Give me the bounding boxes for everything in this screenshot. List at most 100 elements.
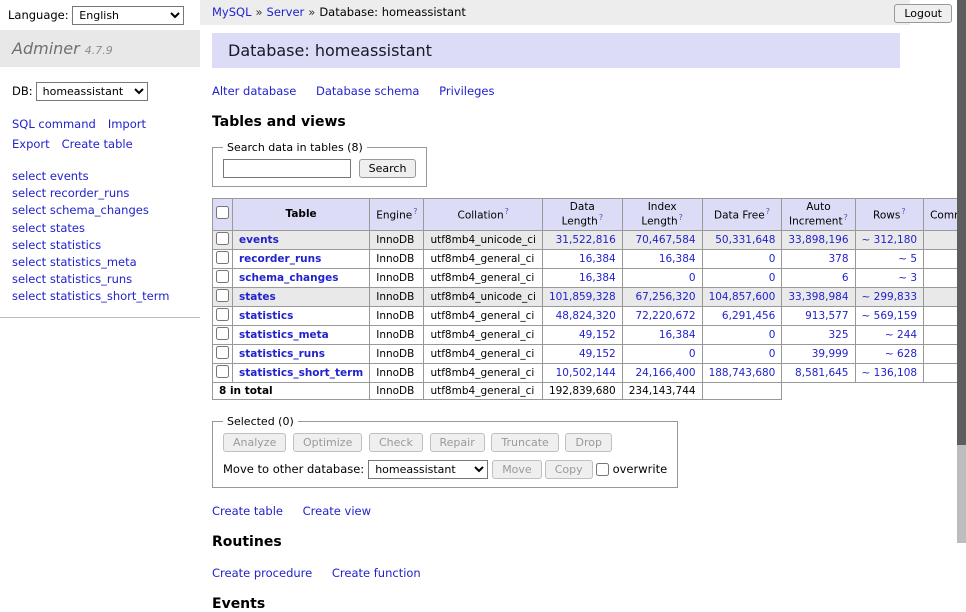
data-free-link[interactable]: 0 xyxy=(769,348,776,360)
auto-increment-link[interactable]: 33,398,984 xyxy=(788,291,848,303)
breadcrumb-link-server[interactable]: Server xyxy=(267,5,305,19)
data-length-link[interactable]: 48,824,320 xyxy=(556,310,616,322)
help-icon[interactable]: ? xyxy=(599,213,603,222)
data-free-link[interactable]: 0 xyxy=(769,329,776,341)
optimize-button[interactable]: Optimize xyxy=(293,433,362,452)
rows-count-link[interactable]: ~ 569,159 xyxy=(862,310,918,322)
sidebar-item-select-statistics-runs[interactable]: select statistics_runs xyxy=(12,271,188,288)
table-name-link[interactable]: schema_changes xyxy=(239,272,339,284)
data-length-link[interactable]: 49,152 xyxy=(579,348,616,360)
sidebar-link-export[interactable]: Export xyxy=(12,137,50,151)
auto-increment-link[interactable]: 913,577 xyxy=(805,310,848,322)
table-name-link[interactable]: statistics_meta xyxy=(239,329,329,341)
index-length-link[interactable]: 0 xyxy=(689,348,696,360)
rows-count-link[interactable]: ~ 628 xyxy=(885,348,917,360)
analyze-button[interactable]: Analyze xyxy=(223,433,286,452)
rows-count-link[interactable]: ~ 136,108 xyxy=(862,367,918,379)
rows-count-link[interactable]: ~ 312,180 xyxy=(862,234,918,246)
rows-count-link[interactable]: ~ 5 xyxy=(898,253,917,265)
row-checkbox[interactable] xyxy=(216,270,229,283)
index-length-link[interactable]: 67,256,320 xyxy=(635,291,695,303)
create-function-link[interactable]: Create function xyxy=(332,566,421,580)
sidebar-item-select-states[interactable]: select states xyxy=(12,220,188,237)
overwrite-checkbox[interactable] xyxy=(596,463,609,476)
table-name-link[interactable]: events xyxy=(239,234,279,246)
data-free-link[interactable]: 6,291,456 xyxy=(722,310,775,322)
help-icon[interactable]: ? xyxy=(413,207,417,216)
breadcrumb-link-mysql[interactable]: MySQL xyxy=(212,5,252,19)
index-length-link[interactable]: 70,467,584 xyxy=(635,234,695,246)
row-checkbox[interactable] xyxy=(216,251,229,264)
sidebar-link-sql-command[interactable]: SQL command xyxy=(12,117,96,131)
db-select[interactable]: homeassistant xyxy=(36,82,148,101)
data-length-link[interactable]: 101,859,328 xyxy=(549,291,616,303)
row-checkbox[interactable] xyxy=(216,232,229,245)
move-button[interactable]: Move xyxy=(492,460,542,479)
sidebar-item-select-statistics-short-term[interactable]: select statistics_short_term xyxy=(12,288,188,305)
data-free-link[interactable]: 188,743,680 xyxy=(709,367,776,379)
index-length-link[interactable]: 16,384 xyxy=(659,329,696,341)
create-procedure-link[interactable]: Create procedure xyxy=(212,566,312,580)
rows-count-link[interactable]: ~ 3 xyxy=(898,272,917,284)
row-checkbox[interactable] xyxy=(216,327,229,340)
auto-increment-link[interactable]: 33,898,196 xyxy=(788,234,848,246)
rows-count-link[interactable]: ~ 244 xyxy=(885,329,917,341)
auto-increment-link[interactable]: 39,999 xyxy=(812,348,849,360)
index-length-link[interactable]: 24,166,400 xyxy=(635,367,695,379)
index-length-link[interactable]: 72,220,672 xyxy=(635,310,695,322)
data-free-link[interactable]: 0 xyxy=(769,272,776,284)
table-name-link[interactable]: statistics xyxy=(239,310,293,322)
sidebar-item-select-statistics-meta[interactable]: select statistics_meta xyxy=(12,254,188,271)
table-name-link[interactable]: statistics_runs xyxy=(239,348,325,360)
auto-increment-link[interactable]: 378 xyxy=(828,253,848,265)
data-length-link[interactable]: 16,384 xyxy=(579,272,616,284)
privileges-link[interactable]: Privileges xyxy=(439,84,494,98)
data-free-link[interactable]: 50,331,648 xyxy=(715,234,775,246)
data-free-link[interactable]: 104,857,600 xyxy=(709,291,776,303)
overwrite-label[interactable]: overwrite xyxy=(613,462,668,476)
index-length-link[interactable]: 0 xyxy=(689,272,696,284)
truncate-button[interactable]: Truncate xyxy=(491,433,558,452)
table-name-link[interactable]: statistics_short_term xyxy=(239,367,363,379)
sidebar-item-select-statistics[interactable]: select statistics xyxy=(12,237,188,254)
help-icon[interactable]: ? xyxy=(766,207,770,216)
data-length-link[interactable]: 49,152 xyxy=(579,329,616,341)
index-length-link[interactable]: 16,384 xyxy=(659,253,696,265)
sidebar-item-select-events[interactable]: select events xyxy=(12,168,188,185)
data-length-link[interactable]: 10,502,144 xyxy=(556,367,616,379)
database-schema-link[interactable]: Database schema xyxy=(316,84,419,98)
help-icon[interactable]: ? xyxy=(505,207,509,216)
auto-increment-link[interactable]: 6 xyxy=(842,272,849,284)
auto-increment-link[interactable]: 325 xyxy=(828,329,848,341)
repair-button[interactable]: Repair xyxy=(430,433,485,452)
create-table-link[interactable]: Create table xyxy=(212,504,283,518)
help-icon[interactable]: ? xyxy=(679,213,683,222)
vertical-scrollbar[interactable] xyxy=(957,0,966,543)
auto-increment-link[interactable]: 8,581,645 xyxy=(795,367,848,379)
check-button[interactable]: Check xyxy=(369,433,423,452)
data-length-link[interactable]: 16,384 xyxy=(579,253,616,265)
help-icon[interactable]: ? xyxy=(901,207,905,216)
language-select[interactable]: English xyxy=(72,6,184,25)
help-icon[interactable]: ? xyxy=(844,213,848,222)
copy-button[interactable]: Copy xyxy=(545,460,593,479)
data-free-link[interactable]: 0 xyxy=(769,253,776,265)
row-checkbox[interactable] xyxy=(216,346,229,359)
sidebar-item-select-recorder-runs[interactable]: select recorder_runs xyxy=(12,185,188,202)
sidebar-link-create-table[interactable]: Create table xyxy=(62,137,133,151)
select-all-checkbox[interactable] xyxy=(216,206,229,219)
row-checkbox[interactable] xyxy=(216,308,229,321)
sidebar-link-import[interactable]: Import xyxy=(108,117,146,131)
data-length-link[interactable]: 31,522,816 xyxy=(556,234,616,246)
row-checkbox[interactable] xyxy=(216,365,229,378)
alter-database-link[interactable]: Alter database xyxy=(212,84,296,98)
move-database-select[interactable]: homeassistant xyxy=(368,460,488,479)
row-checkbox[interactable] xyxy=(216,289,229,302)
sidebar-item-select-schema-changes[interactable]: select schema_changes xyxy=(12,202,188,219)
table-name-link[interactable]: recorder_runs xyxy=(239,253,321,265)
table-name-link[interactable]: states xyxy=(239,291,276,303)
search-input[interactable] xyxy=(223,159,351,178)
logout-button[interactable]: Logout xyxy=(894,4,952,23)
scrollbar-thumb[interactable] xyxy=(957,0,966,445)
rows-count-link[interactable]: ~ 299,833 xyxy=(862,291,918,303)
